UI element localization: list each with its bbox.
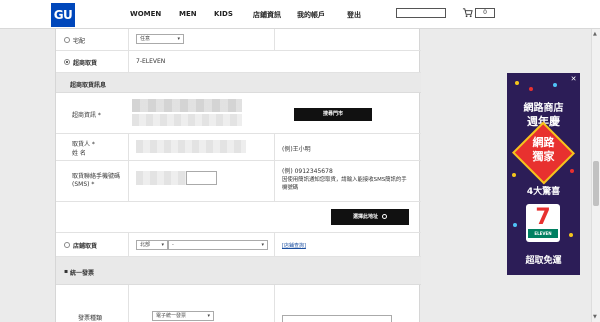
cell-divider: [128, 161, 129, 201]
ad-badge-line: 獨家: [532, 150, 555, 163]
phone-note-end: 機號碼: [282, 185, 299, 191]
invoice-type-label: 發票種類: [78, 315, 103, 322]
store-search-link[interactable]: [店鋪查詢]: [282, 242, 306, 249]
invoice-section: ▪ 統一發票: [56, 257, 421, 285]
cart-icon[interactable]: [462, 7, 473, 18]
store-pickup-row: 超商取貨 7-ELEVEN: [56, 51, 421, 73]
shop-pickup-label: 店鋪取貨: [73, 243, 98, 250]
page-scrollbar[interactable]: ▲ ▼: [591, 29, 600, 322]
store-pickup-radio[interactable]: [64, 59, 70, 65]
select-address-label: 選擇此地址: [352, 214, 378, 220]
store-info-label: 超商資訊 *: [72, 112, 101, 119]
store-info-title: 超商取貨訊息: [70, 82, 107, 89]
nav-store-info[interactable]: 店鋪資訊: [253, 10, 281, 20]
choose-store-label: 搜尋門市: [322, 111, 343, 117]
shop-pickup-row: 店鋪取貨 北部 ▾ - ▾ [店鋪查詢]: [56, 233, 421, 257]
firework-icon: [515, 81, 519, 85]
chevron-down-icon: ▾: [177, 36, 180, 42]
cell-divider: [128, 233, 129, 256]
firework-icon: [569, 233, 573, 237]
store-pickup-value: 7-ELEVEN: [136, 58, 166, 65]
home-delivery-radio[interactable]: [64, 37, 70, 43]
store-info-redacted: [132, 114, 242, 126]
close-icon[interactable]: ✕: [569, 75, 578, 84]
ad-surprise-text: 4大驚喜: [526, 187, 561, 197]
nav-kids[interactable]: KIDS: [214, 10, 233, 18]
search-input[interactable]: [396, 8, 446, 18]
choose-store-button[interactable]: 搜尋門市: [294, 108, 372, 121]
recipient-label: 取貨人 *: [72, 141, 95, 148]
nav-women[interactable]: WOMEN: [130, 10, 161, 18]
firework-icon: [529, 87, 533, 91]
arrow-circle-icon: [382, 214, 387, 219]
chevron-down-icon: ▾: [261, 242, 264, 248]
store-info-row: 超商資訊 * 搜尋門市: [56, 93, 421, 134]
cell-divider: [128, 51, 129, 72]
site-header: GU WOMEN MEN KIDS 店鋪資訊 我的帳戶 登出 0: [0, 0, 600, 29]
scroll-down-icon[interactable]: ▼: [593, 314, 597, 320]
scroll-thumb[interactable]: [593, 161, 599, 206]
select-address-row: 選擇此地址: [56, 202, 421, 233]
select-address-button[interactable]: 選擇此地址: [331, 209, 409, 225]
seven-eleven-logo-text: ELEVEN: [528, 229, 558, 238]
store-pickup-label: 超商取貨: [73, 60, 98, 67]
cell-divider: [128, 134, 129, 160]
phone-example: (例) 0912345678: [282, 168, 333, 175]
bullet-icon: ▪: [64, 268, 69, 275]
region-select[interactable]: 北部 ▾: [136, 240, 168, 250]
phone-note: 因使用簡訊通知您取貨，請輸入能接收SMS簡訊的手: [282, 177, 407, 183]
phone-row: 取貨聯絡手機號碼 (SMS) * (例) 0912345678 因使用簡訊通知您…: [56, 161, 421, 202]
cell-divider: [128, 29, 129, 50]
cart-count[interactable]: 0: [475, 8, 495, 18]
shop-pickup-radio[interactable]: [64, 242, 70, 248]
cell-divider: [274, 134, 275, 160]
store-info-redacted: [132, 99, 242, 112]
firework-icon: [513, 223, 517, 227]
cell-divider: [274, 29, 275, 50]
firework-icon: [570, 169, 574, 173]
recipient-example: (例)王小明: [282, 146, 311, 153]
gu-logo[interactable]: GU: [51, 3, 75, 27]
store-select[interactable]: - ▾: [168, 240, 268, 250]
nav-my-account[interactable]: 我的帳戶: [297, 10, 325, 20]
firework-icon: [553, 83, 557, 87]
invoice-detail-field[interactable]: [282, 315, 392, 322]
firework-icon: [512, 173, 516, 177]
seven-eleven-logo: 7 ELEVEN: [526, 204, 560, 242]
ad-free-shipping-text: 超取免運: [525, 256, 562, 266]
nav-logout[interactable]: 登出: [347, 10, 361, 20]
store-info-section: 超商取貨訊息: [56, 73, 421, 93]
region-select-value: 北部: [140, 242, 151, 248]
ad-badge-text: 網路 獨家: [507, 136, 580, 164]
phone-label-sms: (SMS) *: [72, 181, 95, 188]
recipient-row: 取貨人 * 姓 名 (例)王小明: [56, 134, 421, 161]
invoice-title: 統一發票: [70, 270, 95, 277]
cell-divider: [274, 233, 275, 256]
chevron-down-icon: ▾: [161, 242, 164, 248]
recipient-name-field[interactable]: [136, 140, 246, 153]
recipient-label-name: 姓 名: [72, 150, 86, 157]
cell-divider: [274, 285, 275, 322]
seven-eleven-logo-number: 7: [535, 205, 551, 230]
home-delivery-select[interactable]: 任意 ▾: [136, 34, 184, 44]
phone-label: 取貨聯絡手機號碼: [72, 173, 121, 180]
store-select-value: -: [172, 242, 174, 248]
invoice-type-row: 發票種類 電子統一發票 ▾: [56, 285, 421, 322]
home-delivery-select-value: 任意: [140, 36, 151, 42]
promo-banner[interactable]: ✕ 網路商店 週年慶 網路 獨家 4大驚喜 7 ELEVEN 超取免運: [507, 73, 580, 275]
invoice-type-value: 電子統一發票: [156, 313, 187, 319]
home-delivery-row: 宅配 任意 ▾: [56, 29, 421, 51]
cell-divider: [128, 285, 129, 322]
checkout-form: 宅配 任意 ▾ 超商取貨 7-ELEVEN 超商取貨訊息 超商資訊 * 搜尋門市…: [55, 29, 421, 322]
home-delivery-label: 宅配: [73, 38, 86, 45]
ad-title: 網路商店: [523, 103, 564, 114]
nav-men[interactable]: MEN: [179, 10, 197, 18]
invoice-type-select[interactable]: 電子統一發票 ▾: [152, 311, 214, 321]
scroll-up-icon[interactable]: ▲: [593, 31, 597, 37]
chevron-down-icon: ▾: [207, 313, 210, 319]
phone-field[interactable]: [186, 171, 217, 185]
cell-divider: [274, 161, 275, 201]
phone-redacted: [136, 171, 188, 185]
ad-badge-line: 網路: [532, 136, 555, 149]
